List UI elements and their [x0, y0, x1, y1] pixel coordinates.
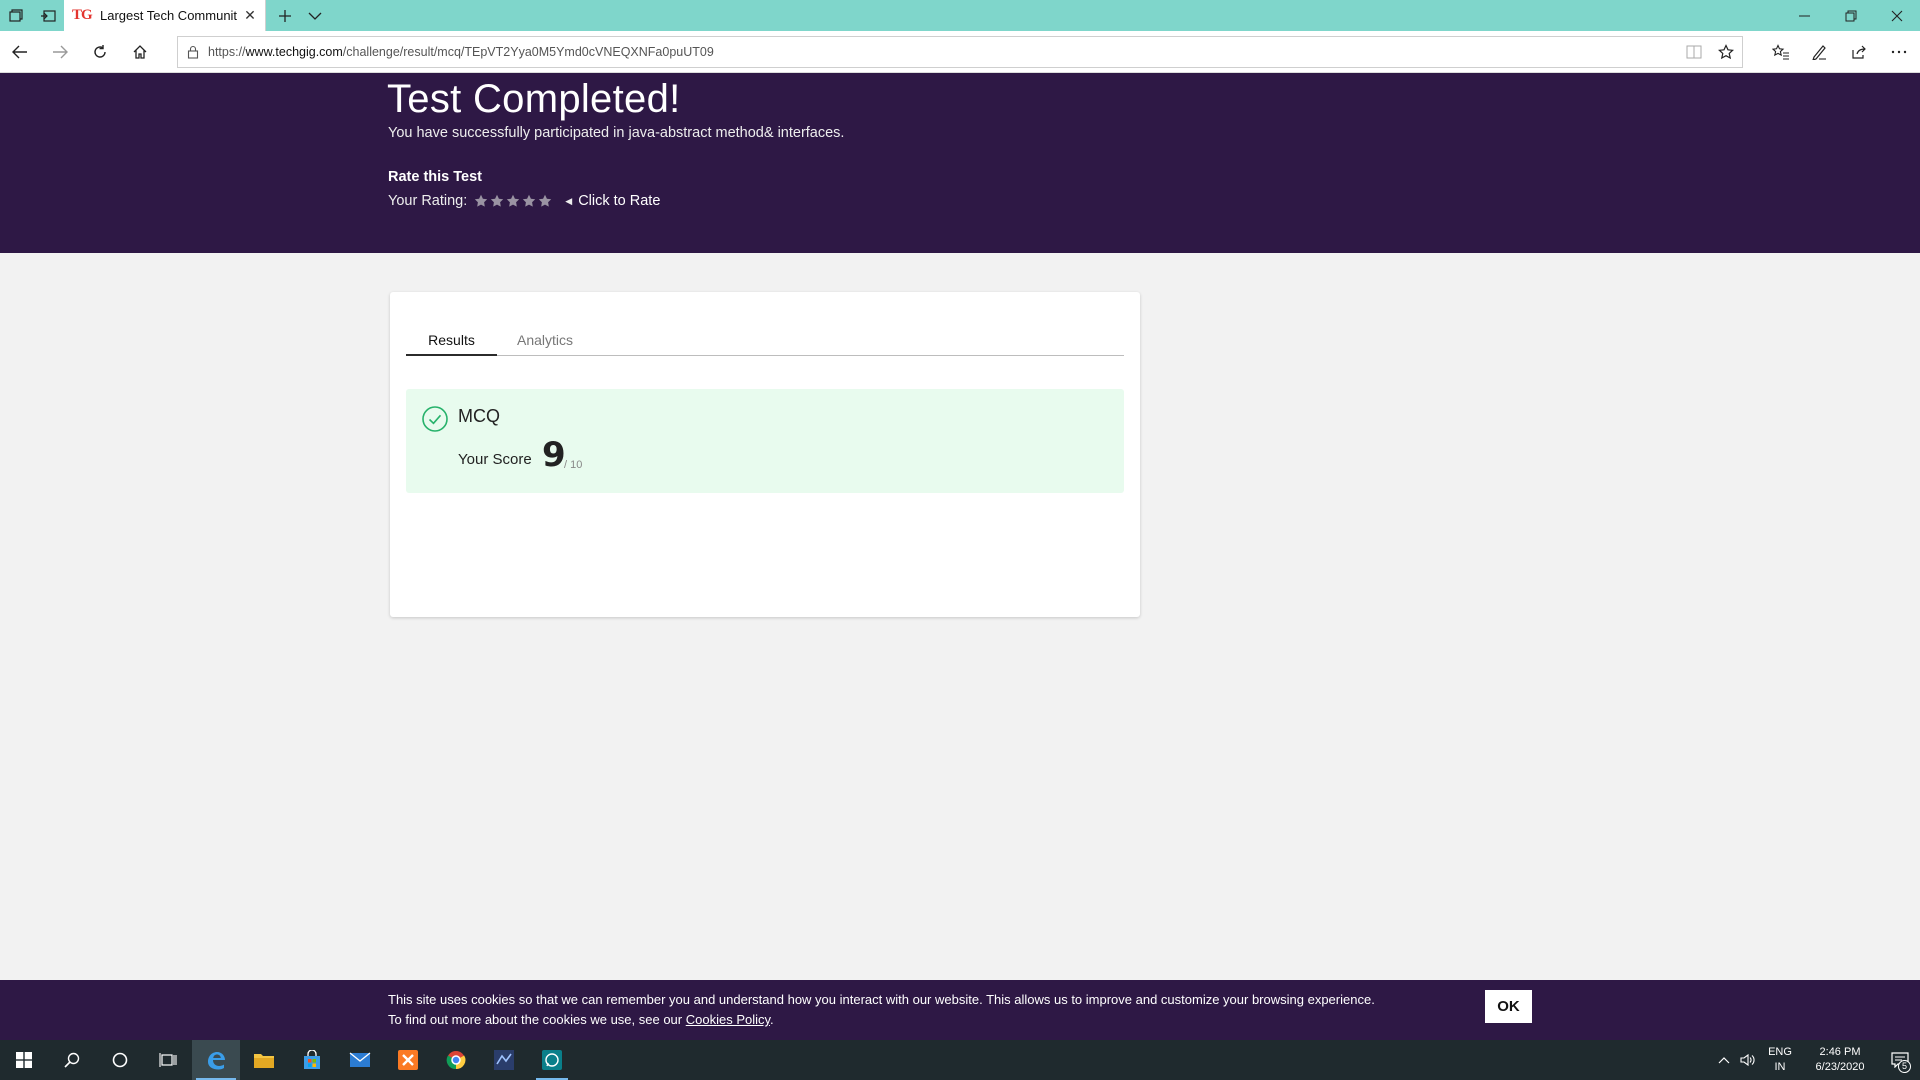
url-host: www.techgig.com — [245, 45, 343, 59]
cortana-icon[interactable] — [96, 1040, 144, 1080]
search-icon[interactable] — [48, 1040, 96, 1080]
score-value: 9 — [542, 435, 566, 475]
rating-star-icon[interactable] — [521, 193, 537, 209]
rating-star-icon[interactable] — [505, 193, 521, 209]
address-bar[interactable]: https://www.techgig.com/challenge/result… — [177, 36, 1743, 68]
rating-stars[interactable] — [473, 193, 553, 209]
rating-star-icon[interactable] — [537, 193, 553, 209]
back-arrow-icon[interactable] — [4, 36, 36, 68]
rating-star-icon[interactable] — [489, 193, 505, 209]
cookie-policy-line: To find out more about the cookies we us… — [388, 1012, 774, 1027]
task-view-icon[interactable] — [144, 1040, 192, 1080]
cookie-policy-suffix: . — [770, 1012, 774, 1027]
action-center-icon[interactable]: 5 — [1880, 1040, 1920, 1080]
xampp-icon[interactable] — [384, 1040, 432, 1080]
mcq-result-panel: MCQ Your Score 9 / 10 — [406, 389, 1124, 493]
techgig-favicon-icon: TG — [72, 7, 93, 23]
language-code: ENG — [1768, 1046, 1792, 1058]
window-controls — [1782, 0, 1920, 31]
click-to-rate-link[interactable]: Click to Rate — [578, 193, 660, 209]
check-circle-icon — [422, 406, 448, 432]
volume-icon[interactable] — [1736, 1040, 1760, 1080]
favorite-star-icon[interactable] — [1710, 37, 1742, 67]
microsoft-store-icon[interactable] — [288, 1040, 336, 1080]
notification-count: 5 — [1898, 1060, 1911, 1073]
whatsapp-icon[interactable] — [528, 1040, 576, 1080]
result-tabs: Results Analytics — [406, 332, 1124, 356]
restore-icon[interactable] — [1828, 0, 1874, 31]
ide-app-icon[interactable] — [480, 1040, 528, 1080]
favorites-hub-icon[interactable] — [1765, 36, 1797, 68]
share-icon[interactable] — [1843, 36, 1875, 68]
mail-icon[interactable] — [336, 1040, 384, 1080]
new-tab-icon[interactable] — [272, 0, 298, 31]
chevron-up-icon[interactable] — [1712, 1040, 1736, 1080]
close-window-icon[interactable] — [1874, 0, 1920, 31]
clock-time: 2:46 PM — [1819, 1046, 1861, 1058]
tab-actions-icon[interactable] — [0, 0, 32, 31]
windows-taskbar: ENG IN 2:46 PM 6/23/2020 5 — [0, 1040, 1920, 1080]
chevron-down-icon[interactable] — [302, 0, 328, 31]
address-url[interactable]: https://www.techgig.com/challenge/result… — [208, 45, 1678, 59]
reading-view-icon[interactable] — [1678, 37, 1710, 67]
windows-start-icon[interactable] — [0, 1040, 48, 1080]
cookies-policy-link[interactable]: Cookies Policy — [686, 1012, 770, 1027]
score-label: Your Score — [458, 451, 532, 468]
edge-browser-icon[interactable] — [192, 1040, 240, 1080]
chrome-icon[interactable] — [432, 1040, 480, 1080]
browser-tab-active[interactable]: TG Largest Tech Communit ✕ — [64, 0, 266, 31]
score-total: / 10 — [564, 459, 583, 471]
language-indicator[interactable]: ENG IN — [1760, 1045, 1800, 1075]
rating-row: Your Rating: ◀ Click to Rate — [388, 193, 660, 209]
more-options-icon[interactable] — [1883, 36, 1915, 68]
region-code: IN — [1774, 1061, 1786, 1073]
browser-nav-bar: https://www.techgig.com/challenge/result… — [0, 31, 1920, 73]
home-icon[interactable] — [124, 36, 156, 68]
cookie-policy-prefix: To find out more about the cookies we us… — [388, 1012, 686, 1027]
clock[interactable]: 2:46 PM 6/23/2020 — [1800, 1045, 1880, 1075]
system-tray: ENG IN 2:46 PM 6/23/2020 5 — [1712, 1040, 1920, 1080]
rating-star-icon[interactable] — [473, 193, 489, 209]
result-hero: Test Completed! You have successfully pa… — [0, 73, 1920, 253]
result-section-title: MCQ — [458, 406, 500, 426]
url-prefix: https:// — [208, 45, 246, 59]
close-tab-icon[interactable]: ✕ — [241, 7, 259, 24]
clock-date: 6/23/2020 — [1815, 1061, 1865, 1073]
minimize-icon[interactable] — [1782, 0, 1828, 31]
forward-arrow-icon[interactable] — [44, 36, 76, 68]
refresh-icon[interactable] — [84, 36, 116, 68]
pen-notes-icon[interactable] — [1803, 36, 1835, 68]
file-explorer-icon[interactable] — [240, 1040, 288, 1080]
caret-left-icon: ◀ — [565, 195, 573, 206]
cookie-message: This site uses cookies so that we can re… — [388, 992, 1375, 1007]
cookie-ok-button[interactable]: OK — [1485, 990, 1532, 1023]
lock-icon[interactable] — [178, 37, 208, 67]
result-card: Results Analytics MCQ Your Score 9 / 10 — [390, 292, 1140, 617]
rate-heading: Rate this Test — [388, 169, 483, 185]
url-path: /challenge/result/mcq/TEpVT2Yya0M5Ymd0cV… — [342, 45, 714, 59]
tab-title: Largest Tech Communit — [100, 8, 238, 23]
participation-message: You have successfully participated in ja… — [388, 125, 845, 141]
rating-label: Your Rating: — [388, 193, 468, 209]
tab-results[interactable]: Results — [406, 332, 497, 356]
cookie-banner: This site uses cookies so that we can re… — [0, 980, 1920, 1040]
tab-analytics[interactable]: Analytics — [497, 332, 593, 356]
set-aside-tabs-icon[interactable] — [32, 0, 64, 31]
page-title: Test Completed! — [387, 77, 681, 121]
